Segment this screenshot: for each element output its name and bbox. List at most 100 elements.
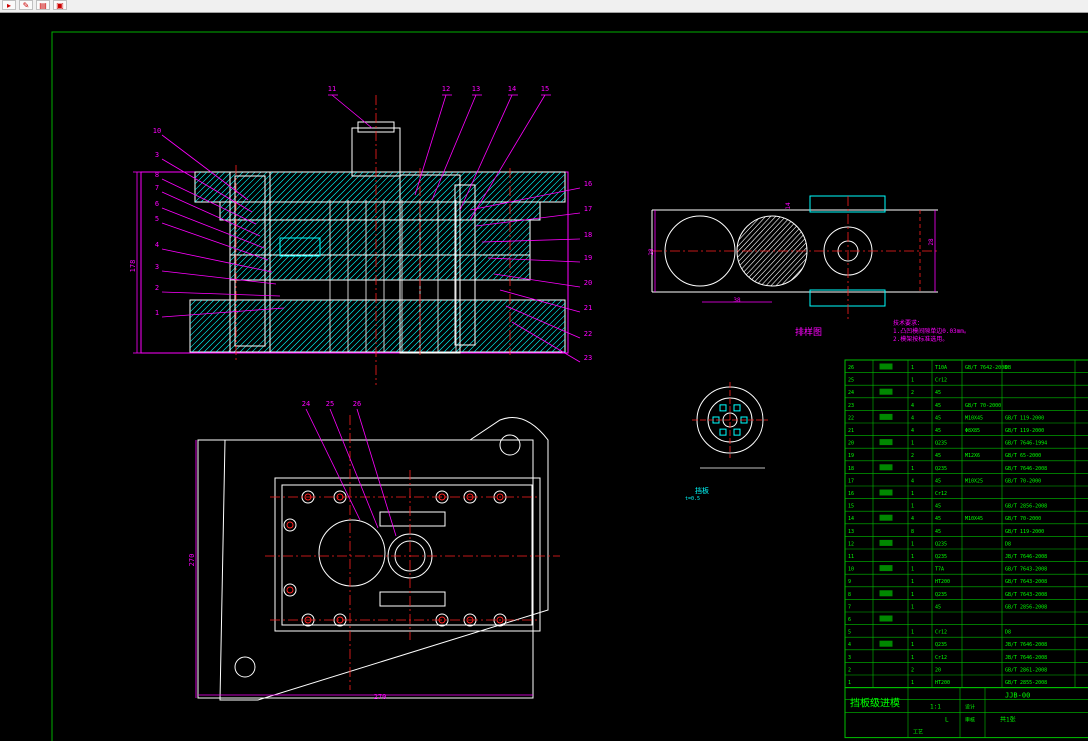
- hatch-line: [300, 255, 327, 280]
- hatch-line: [751, 216, 807, 286]
- bom-cell: 1: [911, 541, 914, 547]
- bom-cell: 11: [848, 554, 854, 560]
- hatch-line: [414, 255, 441, 280]
- hatch-line: [272, 172, 304, 202]
- bom-cell: HT200: [935, 579, 950, 585]
- tech-note-2: 2.模架按标准选用。: [893, 335, 948, 343]
- callout-14: 14: [508, 85, 516, 93]
- hatch-line: [554, 191, 565, 202]
- bom-cell: Cr12: [935, 655, 947, 661]
- guide-hole-top: [499, 434, 521, 456]
- hatch-line: [476, 172, 508, 202]
- stripper-hatch: [229, 219, 531, 256]
- callout-right-17: 17: [584, 205, 592, 213]
- bom-cell: 8: [848, 592, 851, 598]
- bom-cell: 6: [848, 617, 851, 623]
- blank-region: [279, 237, 321, 257]
- hatch-line: [440, 172, 472, 202]
- bom-cell: 45: [935, 504, 941, 510]
- bom-cell: 4: [911, 403, 914, 409]
- bom-cell: T10A: [935, 365, 947, 371]
- hatch-line: [308, 172, 340, 202]
- toolbar-image-icon[interactable]: ▣: [53, 0, 67, 10]
- bom-cell: GB/T 70-2000: [965, 403, 1001, 409]
- hatch-line: [522, 272, 530, 280]
- callout-right-21: 21: [584, 304, 592, 312]
- callout-right-19: 19: [584, 254, 592, 262]
- blank-circle: [318, 519, 386, 587]
- bom-cell: Q235: [935, 642, 947, 648]
- hatch-line: [458, 172, 490, 202]
- hatch-line: [512, 172, 544, 202]
- hatch-line: [737, 216, 778, 286]
- hatch-line: [330, 255, 357, 280]
- part-caption: 挡板: [695, 486, 709, 495]
- hatch-line: [536, 173, 565, 202]
- hatch-line: [410, 172, 442, 202]
- bom-name-fill: [879, 388, 893, 395]
- toolbar-layer-icon[interactable]: ▤: [36, 0, 50, 10]
- bom-cell: 20: [848, 441, 854, 447]
- bom-cell: 4: [848, 642, 851, 648]
- hatch-line: [464, 172, 496, 202]
- bom-cell: GB/T 7643-2008: [1005, 579, 1047, 585]
- dim-small-text: 14: [785, 202, 792, 210]
- leader-line: [356, 408, 397, 537]
- hatch-line: [444, 255, 471, 280]
- hatch-line: [278, 172, 310, 202]
- hatch-line: [408, 255, 435, 280]
- hatch-line: [320, 172, 352, 202]
- bom-cell: D8: [1005, 541, 1011, 547]
- bom-cell: 18: [848, 466, 854, 472]
- bom-cell: 1: [911, 567, 914, 573]
- bom-cell: GB/T 7643-2008: [1005, 567, 1047, 573]
- hatch-lines: [190, 300, 565, 352]
- leader-line: [469, 187, 581, 211]
- hatch-line: [290, 172, 322, 202]
- dim-left-text: 28: [648, 248, 655, 256]
- hatch-line: [264, 255, 291, 280]
- bom-cell: Q235: [935, 466, 947, 472]
- leader-line: [329, 408, 379, 529]
- bom-cell: HT200: [935, 680, 950, 686]
- bom-cell: Q235: [935, 592, 947, 598]
- bom-cell: 4: [911, 428, 914, 434]
- part-view-tab-5: [733, 404, 741, 412]
- hatch-line: [737, 216, 743, 286]
- bom-name-fill: [879, 439, 893, 446]
- hatch-line: [446, 172, 478, 202]
- hatch-line: [488, 172, 520, 202]
- hatch-line: [318, 255, 345, 280]
- hatch-line: [432, 255, 459, 280]
- hatch-line: [348, 255, 375, 280]
- hatch-line: [234, 255, 261, 280]
- dim-text-178: 178: [129, 260, 137, 273]
- bom-cell: 9: [848, 579, 851, 585]
- bom-name-fill: [879, 413, 893, 420]
- hatch-lines: [230, 220, 530, 255]
- cad-drawing-canvas[interactable]: 17811 12 13 14 15103876543211617181920212223…: [0, 12, 1088, 741]
- bom-cell: 1: [911, 378, 914, 384]
- hatch-line: [530, 172, 562, 202]
- title-text: 挡板级进模: [850, 697, 900, 710]
- bom-cell: 24: [848, 390, 854, 396]
- tech-note-0: 技术要求：: [893, 319, 923, 327]
- bom-name-fill: [879, 464, 893, 471]
- toolbar-edit-icon[interactable]: ✎: [19, 0, 33, 10]
- bom-cell: 15: [848, 504, 854, 510]
- bom-cell: Q235: [935, 554, 947, 560]
- bom-name-fill: [879, 590, 893, 597]
- hatch-line: [336, 255, 363, 280]
- hatch-line: [230, 220, 231, 221]
- hatch-line: [266, 172, 298, 202]
- bom-cell: GB/T 2855-2008: [1005, 680, 1047, 686]
- bom-cell: 1: [911, 365, 914, 371]
- title-label-1: 设计: [965, 704, 975, 711]
- bom-cell: 20: [935, 667, 941, 673]
- toolbar-arrow-icon[interactable]: ▸: [2, 0, 16, 10]
- bom-cell: Φ8X85: [965, 428, 980, 434]
- dim-text-width: 270: [374, 693, 387, 701]
- hatch-line: [737, 216, 793, 286]
- hatch-outline: [219, 201, 541, 221]
- die-plate-outline: [274, 477, 541, 632]
